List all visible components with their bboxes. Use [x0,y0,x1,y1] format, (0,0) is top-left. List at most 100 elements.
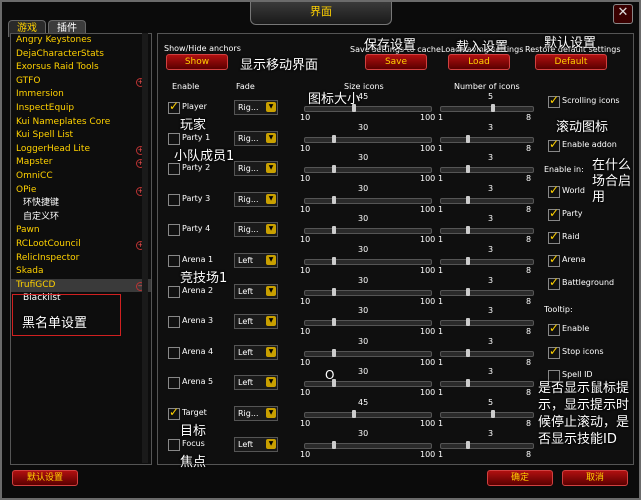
fade-dropdown[interactable]: Left ▼ [234,344,278,360]
slider-thumb[interactable] [332,226,337,235]
slider-thumb[interactable] [466,287,471,296]
fade-dropdown[interactable]: Rig... ▼ [234,130,278,146]
default-button[interactable]: Default [535,54,607,70]
slider-thumb[interactable] [491,410,496,418]
enable-checkbox[interactable] [168,438,180,451]
slider-thumb[interactable] [466,348,471,357]
show-button[interactable]: Show [166,54,228,70]
sidebar-item[interactable]: TrufiGCD − [11,278,151,293]
count-slider[interactable] [440,226,534,235]
addon-list-scrollbar[interactable] [142,33,148,463]
size-slider[interactable] [304,104,432,112]
fade-dropdown[interactable]: Left ▼ [234,253,278,268]
slider-thumb[interactable] [466,165,471,174]
count-slider[interactable] [440,134,534,143]
enable-checkbox[interactable] [168,163,180,176]
count-slider[interactable] [440,287,534,296]
fade-dropdown[interactable]: Rig... ▼ [234,161,278,177]
sidebar-item[interactable]: RCLootCouncil + [11,238,151,252]
fade-dropdown[interactable]: Rig... ▼ [234,191,278,207]
slider-thumb[interactable] [352,104,357,112]
slider-thumb[interactable] [352,410,357,418]
size-slider[interactable] [304,410,432,418]
arena-checkbox[interactable]: ✓ [548,252,560,267]
count-slider[interactable] [440,440,534,449]
defaults-button[interactable]: 默认设置 [12,470,78,486]
slider-thumb[interactable] [332,257,337,265]
fade-dropdown[interactable]: Rig... ▼ [234,222,278,238]
battleground-checkbox[interactable]: ✓ [548,275,560,290]
enable-checkbox[interactable] [168,193,180,206]
sidebar-item[interactable]: LoggerHead Lite + [11,143,151,157]
slider-thumb[interactable] [491,104,496,112]
enable-addon-checkbox[interactable]: ✓ [548,137,560,152]
sidebar-item[interactable]: InspectEquip [11,102,151,116]
count-slider[interactable] [440,318,534,327]
enable-checkbox[interactable]: ✓ [168,405,180,420]
tooltip-enable-checkbox[interactable]: ✓ [548,321,560,336]
sidebar-item[interactable]: 环快捷键 [11,197,151,211]
fade-dropdown[interactable]: Left ▼ [234,283,278,299]
size-slider[interactable] [304,318,432,327]
slider-thumb[interactable] [332,134,337,143]
sidebar-item[interactable]: Kui Nameplates Core [11,116,151,130]
save-button[interactable]: Save [365,54,427,70]
size-slider[interactable] [304,348,432,357]
slider-thumb[interactable] [332,165,337,174]
enable-checkbox[interactable] [168,377,180,390]
sidebar-item[interactable]: Pawn [11,224,151,238]
sidebar-item[interactable]: OmniCC [11,170,151,184]
sidebar-item[interactable]: Angry Keystones [11,34,151,48]
load-button[interactable]: Load [448,54,510,70]
count-slider[interactable] [440,379,534,388]
fade-dropdown[interactable]: Rig... ▼ [234,406,278,421]
fade-dropdown[interactable]: Left ▼ [234,436,278,452]
sidebar-item[interactable]: DejaCharacterStats [11,48,151,62]
slider-thumb[interactable] [332,348,337,357]
ok-button[interactable]: 确定 [487,470,553,486]
slider-thumb[interactable] [332,440,337,449]
enable-checkbox[interactable] [168,346,180,359]
slider-thumb[interactable] [466,318,471,327]
sidebar-item[interactable]: Skada [11,265,151,279]
count-slider[interactable] [440,195,534,204]
count-slider[interactable] [440,410,534,418]
slider-thumb[interactable] [466,226,471,235]
size-slider[interactable] [304,379,432,388]
scrolling-icons-checkbox[interactable]: ✓ [548,93,560,108]
world-checkbox[interactable]: ✓ [548,183,560,198]
slider-thumb[interactable] [332,195,337,204]
enable-checkbox[interactable] [168,132,180,145]
size-slider[interactable] [304,134,432,143]
count-slider[interactable] [440,165,534,174]
count-slider[interactable] [440,348,534,357]
enable-checkbox[interactable] [168,224,180,237]
sidebar-item[interactable]: Immersion [11,88,151,102]
fade-dropdown[interactable]: Left ▼ [234,375,278,391]
size-slider[interactable] [304,440,432,449]
close-icon[interactable]: ✕ [613,4,633,24]
raid-checkbox[interactable]: ✓ [548,229,560,244]
stop-icons-checkbox[interactable]: ✓ [548,344,560,359]
enable-checkbox[interactable] [168,316,180,329]
sidebar-item[interactable]: RelicInspector [11,252,151,266]
size-slider[interactable] [304,195,432,204]
fade-dropdown[interactable]: Left ▼ [234,314,278,330]
sidebar-item[interactable]: 自定义环 [11,211,151,225]
slider-thumb[interactable] [332,287,337,296]
sidebar-item[interactable]: OPie + [11,184,151,198]
count-slider[interactable] [440,104,534,112]
size-slider[interactable] [304,165,432,174]
enable-checkbox[interactable] [168,255,180,267]
sidebar-item[interactable]: Kui Spell List [11,129,151,143]
slider-thumb[interactable] [466,257,471,265]
sidebar-item[interactable]: Mapster + [11,156,151,170]
party-checkbox[interactable]: ✓ [548,206,560,221]
size-slider[interactable] [304,287,432,296]
fade-dropdown[interactable]: Rig... ▼ [234,100,278,115]
size-slider[interactable] [304,257,432,265]
sidebar-item[interactable]: GTFO + [11,75,151,89]
slider-thumb[interactable] [466,134,471,143]
enable-checkbox[interactable] [168,285,180,298]
slider-thumb[interactable] [466,195,471,204]
